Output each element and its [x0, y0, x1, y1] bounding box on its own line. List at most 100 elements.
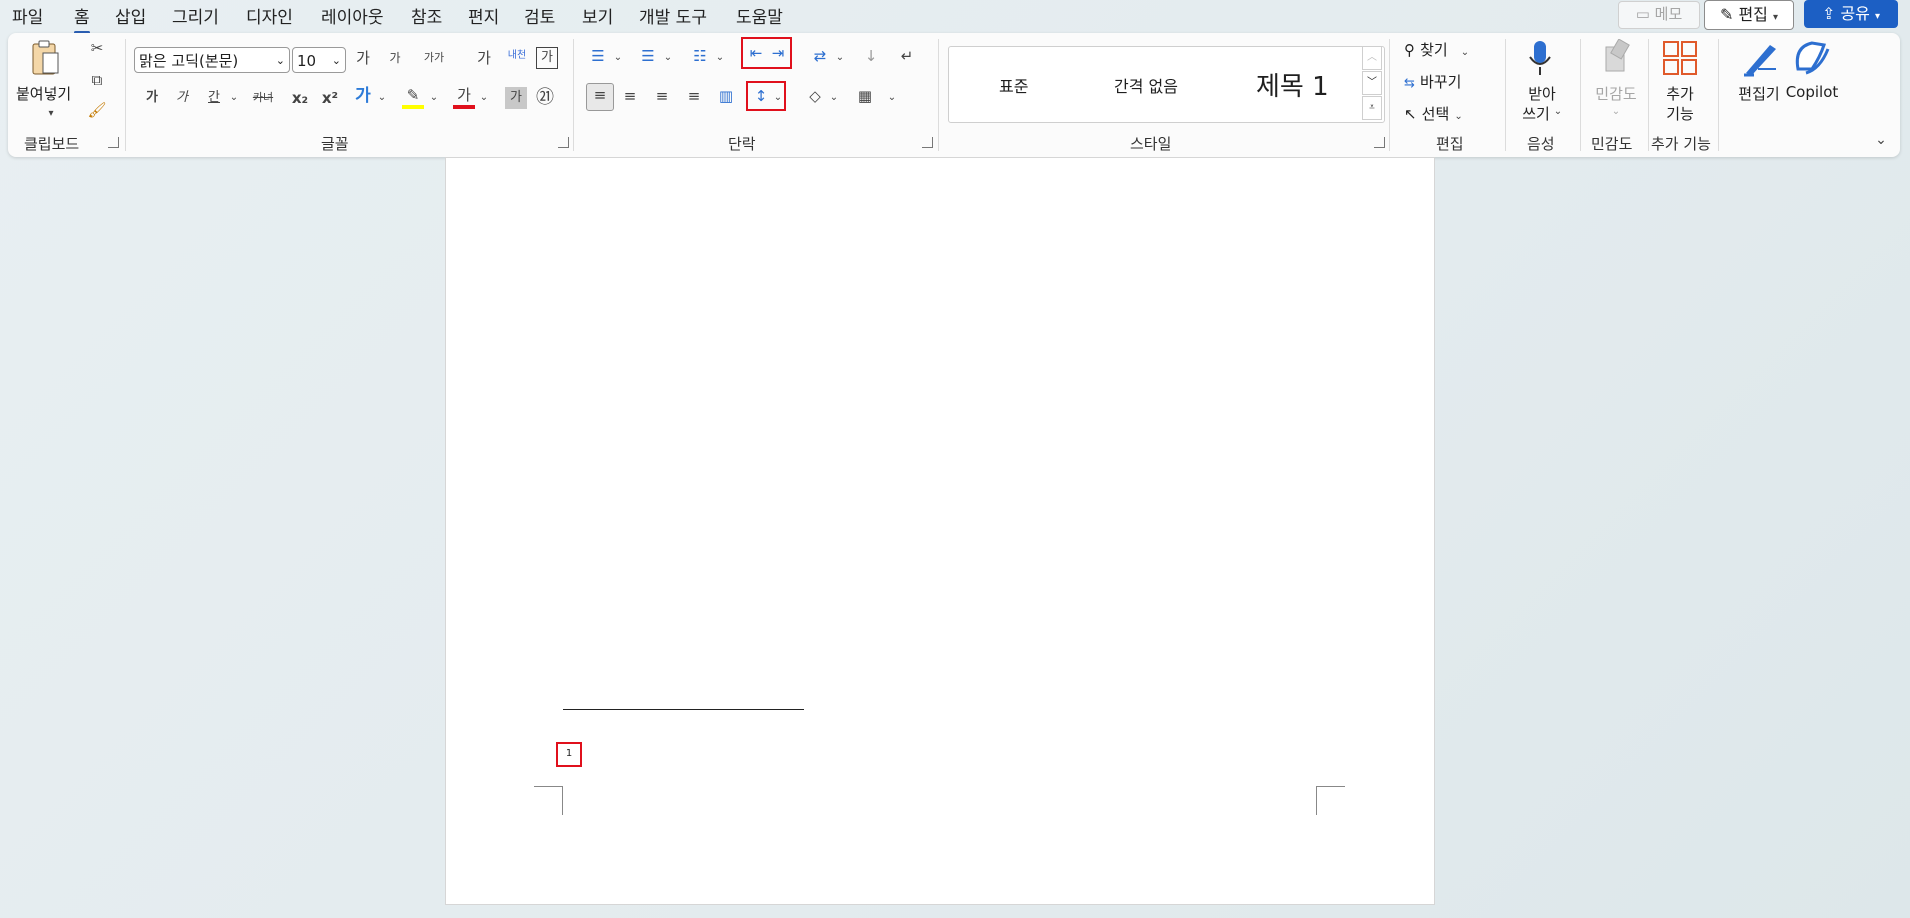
character-border-button[interactable]: 가: [536, 47, 558, 69]
chevron-down-icon[interactable]: ⌄: [478, 87, 490, 109]
tab-layout[interactable]: 레이아웃: [321, 3, 384, 28]
editor-button[interactable]: 편집기: [1734, 83, 1784, 104]
justify-icon[interactable]: ≡: [682, 85, 706, 107]
style-no-spacing[interactable]: 간격 없음: [1114, 73, 1178, 97]
collapse-ribbon-icon[interactable]: ⌄: [1872, 129, 1890, 151]
tab-help[interactable]: 도움말: [736, 3, 783, 28]
text-effects-button[interactable]: 가: [352, 85, 374, 107]
font-size-value: 10: [297, 52, 317, 70]
italic-button[interactable]: 가: [172, 87, 192, 109]
paste-icon: [30, 39, 60, 75]
tab-insert[interactable]: 삽입: [115, 3, 146, 28]
shrink-font-button[interactable]: 가: [382, 47, 408, 69]
footnote-number[interactable]: 1: [556, 742, 582, 767]
distributed-icon[interactable]: ▥: [714, 85, 738, 107]
chevron-down-icon[interactable]: ⌄: [772, 87, 784, 109]
style-heading-1[interactable]: 제목 1: [1256, 66, 1329, 103]
tab-references[interactable]: 참조: [411, 3, 442, 28]
strikethrough-button[interactable]: 카녀: [248, 87, 278, 109]
format-painter-icon[interactable]: 🖌: [86, 99, 108, 121]
voice-group-label: 음성: [1527, 135, 1555, 153]
borders-icon[interactable]: ▦: [854, 85, 876, 107]
sensitivity-icon[interactable]: [1602, 38, 1632, 75]
clipboard-launcher-icon[interactable]: [108, 137, 119, 148]
chevron-down-icon[interactable]: ⌄: [714, 47, 726, 69]
select-button[interactable]: ↖ 선택 ⌄: [1404, 103, 1484, 125]
cut-icon[interactable]: ✂: [86, 37, 108, 59]
chevron-down-icon[interactable]: ⌄: [886, 87, 898, 109]
font-group-label: 글꼴: [321, 135, 349, 153]
tab-draw[interactable]: 그리기: [172, 3, 219, 28]
show-paragraph-marks-icon[interactable]: ↵: [896, 45, 918, 67]
paragraph-group-label: 단락: [728, 135, 756, 153]
align-center-icon[interactable]: ≡: [618, 85, 642, 107]
subscript-button[interactable]: x₂: [288, 87, 312, 109]
tab-developer[interactable]: 개발 도구: [639, 3, 707, 28]
tab-home[interactable]: 홈: [74, 3, 90, 34]
document-page[interactable]: [445, 157, 1435, 905]
editor-icon[interactable]: [1740, 39, 1780, 77]
asian-layout-icon[interactable]: ⇄: [808, 45, 832, 67]
comments-button[interactable]: ▭ 메모: [1618, 1, 1700, 29]
font-size-combo[interactable]: 10 ⌄: [292, 47, 346, 73]
font-name-combo[interactable]: 맑은 고딕(본문) ⌄: [134, 47, 290, 73]
multilevel-list-icon[interactable]: ☷: [688, 45, 712, 67]
change-case-button[interactable]: 가가: [414, 47, 454, 69]
paragraph-launcher-icon[interactable]: [922, 137, 933, 148]
find-button[interactable]: ⚲ 찾기 ⌄: [1404, 39, 1484, 61]
bold-button[interactable]: 가: [142, 87, 162, 109]
grow-font-button[interactable]: 가: [350, 47, 376, 69]
paste-button[interactable]: 붙여넣기: [16, 83, 71, 104]
sort-icon[interactable]: ↓: [860, 45, 882, 67]
phonetic-guide-button[interactable]: 내천: [504, 45, 530, 67]
copilot-button[interactable]: Copilot: [1784, 83, 1840, 101]
shading-icon[interactable]: ◇: [804, 85, 826, 107]
add-ins-icon[interactable]: [1663, 41, 1697, 75]
chevron-down-icon: ▾: [1875, 11, 1881, 22]
chevron-down-icon[interactable]: ⌄: [612, 47, 624, 69]
underline-button[interactable]: 간: [202, 87, 226, 109]
add-ins-label-1[interactable]: 추가: [1660, 83, 1700, 104]
numbering-icon[interactable]: ☰: [636, 45, 660, 67]
gallery-more-icon[interactable]: ⩡: [1362, 96, 1382, 120]
chevron-down-icon[interactable]: ⌄: [828, 87, 840, 109]
increase-indent-icon[interactable]: ⇥: [768, 42, 788, 64]
chevron-down-icon[interactable]: ⌄: [1552, 101, 1564, 123]
chevron-down-icon[interactable]: ⌄: [662, 47, 674, 69]
chevron-down-icon[interactable]: ⌄: [376, 87, 388, 109]
tab-review[interactable]: 검토: [524, 3, 555, 28]
tab-design[interactable]: 디자인: [246, 3, 293, 28]
gallery-scroll-down-icon[interactable]: ﹀: [1362, 71, 1382, 95]
font-launcher-icon[interactable]: [558, 137, 569, 148]
clear-formatting-button[interactable]: 가: [472, 47, 496, 69]
bullets-icon[interactable]: ☰: [586, 45, 610, 67]
styles-launcher-icon[interactable]: [1374, 137, 1385, 148]
chevron-down-icon[interactable]: ⌄: [428, 87, 440, 109]
decrease-indent-icon[interactable]: ⇤: [746, 42, 766, 64]
style-normal[interactable]: 표준: [999, 73, 1028, 97]
microphone-icon[interactable]: [1528, 39, 1552, 75]
dictate-label-2[interactable]: 쓰기: [1518, 103, 1554, 124]
gallery-scroll-up-icon[interactable]: ︿: [1362, 46, 1382, 70]
chevron-down-icon[interactable]: ⌄: [1610, 101, 1622, 123]
character-shading-button[interactable]: 가: [505, 87, 527, 109]
enclose-characters-button[interactable]: ㉑: [534, 87, 556, 109]
chevron-down-icon[interactable]: ▾: [46, 103, 56, 125]
highlight-color-button[interactable]: ✎: [402, 85, 424, 109]
replace-button[interactable]: ⇆ 바꾸기: [1404, 71, 1484, 93]
share-button[interactable]: ⇪ 공유 ▾: [1804, 0, 1898, 28]
align-left-icon[interactable]: ≡: [586, 83, 614, 111]
copilot-icon[interactable]: [1790, 39, 1832, 77]
superscript-button[interactable]: x²: [318, 87, 342, 109]
tab-view[interactable]: 보기: [582, 3, 613, 28]
chevron-down-icon[interactable]: ⌄: [834, 47, 846, 69]
tab-mailings[interactable]: 편지: [468, 3, 499, 28]
copy-icon[interactable]: ⧉: [86, 69, 108, 91]
font-color-button[interactable]: 가: [453, 85, 475, 109]
line-spacing-icon[interactable]: ↕: [750, 85, 772, 107]
align-right-icon[interactable]: ≡: [650, 85, 674, 107]
tab-file[interactable]: 파일: [12, 3, 43, 28]
chevron-down-icon[interactable]: ⌄: [228, 87, 240, 109]
add-ins-label-2[interactable]: 기능: [1660, 103, 1700, 124]
editing-mode-button[interactable]: ✎ 편집 ▾: [1704, 0, 1794, 30]
